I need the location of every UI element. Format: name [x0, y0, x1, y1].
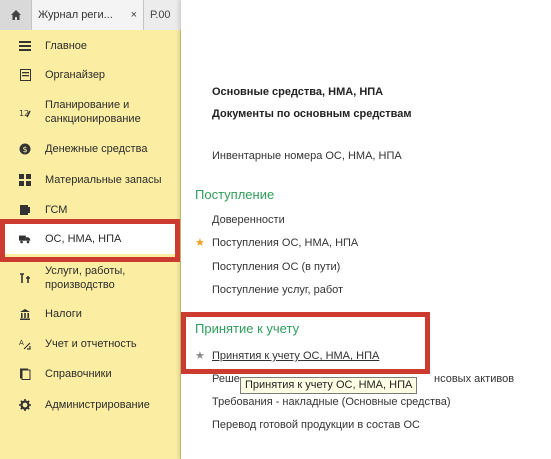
sidebar-item-label: ОС, НМА, НПА — [45, 233, 122, 245]
link-requisitions[interactable]: Требования - накладные (Основные средств… — [212, 396, 451, 408]
sidebar-item-admin[interactable]: Администрирование — [0, 397, 180, 413]
truck-icon — [19, 233, 31, 245]
link-fixed-assets[interactable]: Основные средства, НМА, НПА — [212, 86, 383, 98]
sidebar-item-planning[interactable]: 12 Планирование и санкционирование — [0, 96, 180, 128]
sidebar-item-inventory[interactable]: Материальные запасы — [0, 172, 180, 188]
inventory-icon — [19, 174, 31, 186]
money-icon: $ — [19, 143, 31, 155]
fuel-icon — [19, 204, 31, 216]
sidebar-item-fixed-assets[interactable]: ОС, НМА, НПА — [0, 224, 180, 254]
services-icon — [19, 272, 31, 284]
sidebar: Главное Органайзер 12 Планирование и сан… — [0, 30, 181, 459]
planning-icon: 12 — [19, 107, 31, 119]
sidebar-item-reference[interactable]: Справочники — [0, 366, 180, 382]
link-inventory-numbers[interactable]: Инвентарные номера ОС, НМА, НПА — [212, 150, 402, 162]
close-icon[interactable]: × — [131, 0, 137, 30]
sidebar-item-label: ГСМ — [45, 204, 68, 216]
sidebar-item-label: Планирование и санкционирование — [45, 99, 141, 125]
section-title-receipt: Поступление — [195, 187, 275, 202]
tooltip: Принятия к учету ОС, НМА, НПА — [240, 377, 417, 394]
link-receipts-in-transit[interactable]: Поступления ОС (в пути) — [212, 261, 340, 273]
home-icon — [10, 10, 21, 20]
sidebar-item-label: Администрирование — [45, 399, 150, 411]
link-powers-of-attorney[interactable]: Доверенности — [212, 214, 285, 226]
home-button[interactable] — [0, 0, 32, 30]
sidebar-item-label: Услуги, работы, производство — [45, 265, 126, 291]
tab-journal-label: Журнал реги... — [38, 9, 113, 21]
sidebar-item-organizer[interactable]: Органайзер — [0, 67, 180, 83]
link-finished-products-transfer[interactable]: Перевод готовой продукции в состав ОС — [212, 419, 420, 431]
link-receipts-os[interactable]: Поступления ОС, НМА, НПА — [212, 237, 358, 249]
svg-text:A: A — [19, 339, 24, 347]
sidebar-item-taxes[interactable]: Налоги — [0, 306, 180, 322]
link-receipt-services[interactable]: Поступление услуг, работ — [212, 284, 343, 296]
sidebar-item-reporting[interactable]: A Учет и отчетность — [0, 336, 180, 352]
star-icon[interactable]: ★ — [195, 349, 205, 362]
link-financial-assets-tail[interactable]: нсовых активов — [434, 373, 514, 385]
section-title-acceptance: Принятие к учету — [195, 321, 300, 336]
tab-second[interactable]: Р.00 — [144, 0, 184, 30]
sidebar-item-label: Справочники — [45, 368, 112, 380]
sidebar-item-label: Главное — [45, 40, 88, 52]
sidebar-item-services[interactable]: Услуги, работы, производство — [0, 262, 180, 294]
reporting-icon: A — [19, 338, 31, 350]
tab-journal[interactable]: Журнал реги... × — [32, 0, 144, 30]
link-fixed-asset-documents[interactable]: Документы по основным средствам — [212, 108, 412, 120]
sidebar-item-label: Денежные средства — [45, 143, 148, 155]
favorite-star-icon[interactable]: ★ — [195, 236, 205, 249]
tab-second-label: Р.00 — [150, 9, 171, 21]
gear-icon — [19, 399, 31, 411]
sidebar-item-label: Материальные запасы — [45, 174, 162, 186]
sidebar-item-money[interactable]: $ Денежные средства — [0, 141, 180, 157]
link-decisions[interactable]: Реше — [212, 373, 240, 385]
reference-icon — [19, 368, 31, 380]
svg-text:$: $ — [23, 145, 28, 154]
organizer-icon — [19, 69, 31, 81]
link-acceptance-os[interactable]: Принятия к учету ОС, НМА, НПА — [212, 350, 379, 362]
taxes-icon — [19, 308, 31, 320]
menu-icon — [19, 40, 31, 52]
sidebar-item-fuel[interactable]: ГСМ — [0, 202, 180, 218]
sidebar-item-main[interactable]: Главное — [0, 38, 180, 54]
sidebar-item-label: Налоги — [45, 308, 82, 320]
sidebar-item-label: Учет и отчетность — [45, 338, 137, 350]
sidebar-item-label: Органайзер — [45, 69, 106, 81]
